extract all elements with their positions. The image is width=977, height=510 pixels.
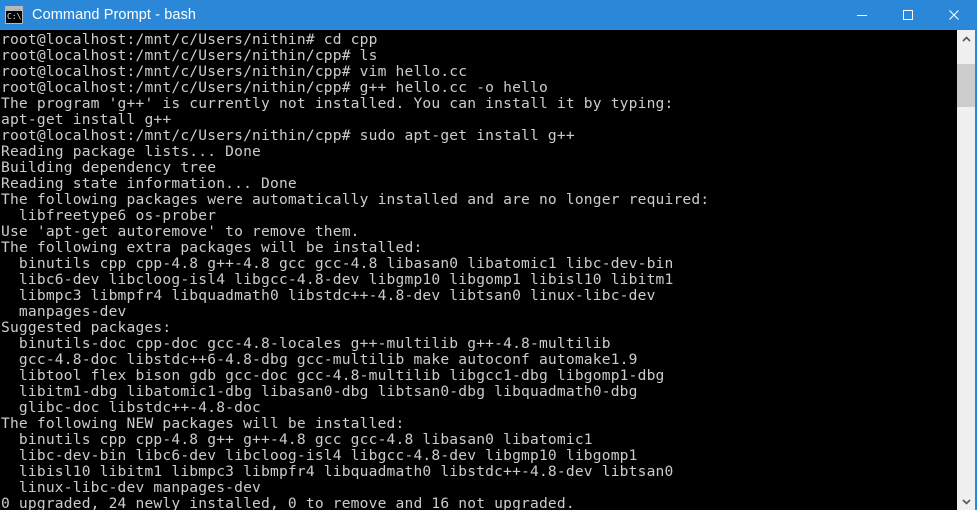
terminal-line: root@localhost:/mnt/c/Users/nithin# cd c…	[1, 31, 378, 48]
terminal-line: Suggested packages:	[1, 319, 172, 336]
vertical-scrollbar[interactable]	[957, 30, 975, 510]
console-icon-dots: ···	[13, 7, 21, 12]
terminal-line: libtool flex bison gdb gcc-doc gcc-4.8-m…	[1, 367, 665, 384]
console-icon-prompt-glyph: C:\.	[7, 12, 22, 21]
terminal-line: The program 'g++' is currently not insta…	[1, 95, 674, 112]
terminal-line: 0 upgraded, 24 newly installed, 0 to rem…	[1, 495, 575, 510]
terminal-line: root@localhost:/mnt/c/Users/nithin/cpp# …	[1, 63, 468, 80]
terminal-line: libfreetype6 os-prober	[1, 207, 217, 224]
terminal-line: libmpc3 libmpfr4 libquadmath0 libstdc++-…	[1, 287, 656, 304]
terminal-line: libc-dev-bin libc6-dev libcloog-isl4 lib…	[1, 447, 638, 464]
terminal-line: The following packages were automaticall…	[1, 191, 710, 208]
window-controls	[839, 0, 977, 30]
minimize-button[interactable]	[839, 0, 885, 30]
terminal-line: Use 'apt-get autoremove' to remove them.	[1, 223, 360, 240]
terminal-line: apt-get install g++	[1, 111, 172, 128]
terminal-line: The following extra packages will be ins…	[1, 239, 423, 256]
window-title: Command Prompt - bash	[32, 7, 197, 23]
terminal-line: root@localhost:/mnt/c/Users/nithin/cpp# …	[1, 127, 575, 144]
terminal-line: gcc-4.8-doc libstdc++6-4.8-dbg gcc-multi…	[1, 351, 638, 368]
scrollbar-thumb[interactable]	[957, 64, 975, 107]
terminal-line: The following NEW packages will be insta…	[1, 415, 405, 432]
terminal-line: libisl10 libitm1 libmpc3 libmpfr4 libqua…	[1, 463, 674, 480]
close-button[interactable]	[931, 0, 977, 30]
terminal-line: binutils-doc cpp-doc gcc-4.8-locales g++…	[1, 335, 611, 352]
terminal-line: libitm1-dbg libatomic1-dbg libasan0-dbg …	[1, 383, 638, 400]
terminal-line: binutils cpp cpp-4.8 g++-4.8 gcc gcc-4.8…	[1, 255, 674, 272]
titlebar[interactable]: ··· C:\. Command Prompt - bash	[0, 0, 977, 30]
terminal-line: glibc-doc libstdc++-4.8-doc	[1, 399, 262, 416]
maximize-button[interactable]	[885, 0, 931, 30]
chevron-down-icon	[961, 498, 971, 505]
scroll-down-button[interactable]	[957, 492, 975, 510]
scroll-up-button[interactable]	[957, 30, 975, 48]
terminal-line: root@localhost:/mnt/c/Users/nithin/cpp# …	[1, 79, 548, 96]
scrollbar-track[interactable]	[957, 48, 975, 492]
terminal-output-area[interactable]: root@localhost:/mnt/c/Users/nithin# cd c…	[0, 30, 957, 510]
terminal-line: Reading state information... Done	[1, 175, 297, 192]
terminal-line: Reading package lists... Done	[1, 143, 262, 160]
close-icon	[948, 9, 960, 21]
terminal-line: binutils cpp cpp-4.8 g++ g++-4.8 gcc gcc…	[1, 431, 593, 448]
terminal-line: Building dependency tree	[1, 159, 217, 176]
chevron-up-icon	[961, 35, 971, 43]
terminal-line: libc6-dev libcloog-isl4 libgcc-4.8-dev l…	[1, 271, 674, 288]
terminal-line: linux-libc-dev manpages-dev	[1, 479, 262, 496]
console-icon: ··· C:\.	[5, 6, 23, 24]
terminal-line: root@localhost:/mnt/c/Users/nithin/cpp# …	[1, 47, 378, 64]
command-prompt-window: ··· C:\. Command Prompt - bash	[0, 0, 977, 510]
terminal-lines: root@localhost:/mnt/c/Users/nithin# cd c…	[1, 32, 957, 510]
maximize-icon	[902, 9, 914, 21]
terminal-line: manpages-dev	[1, 303, 127, 320]
minimize-icon	[856, 9, 868, 21]
